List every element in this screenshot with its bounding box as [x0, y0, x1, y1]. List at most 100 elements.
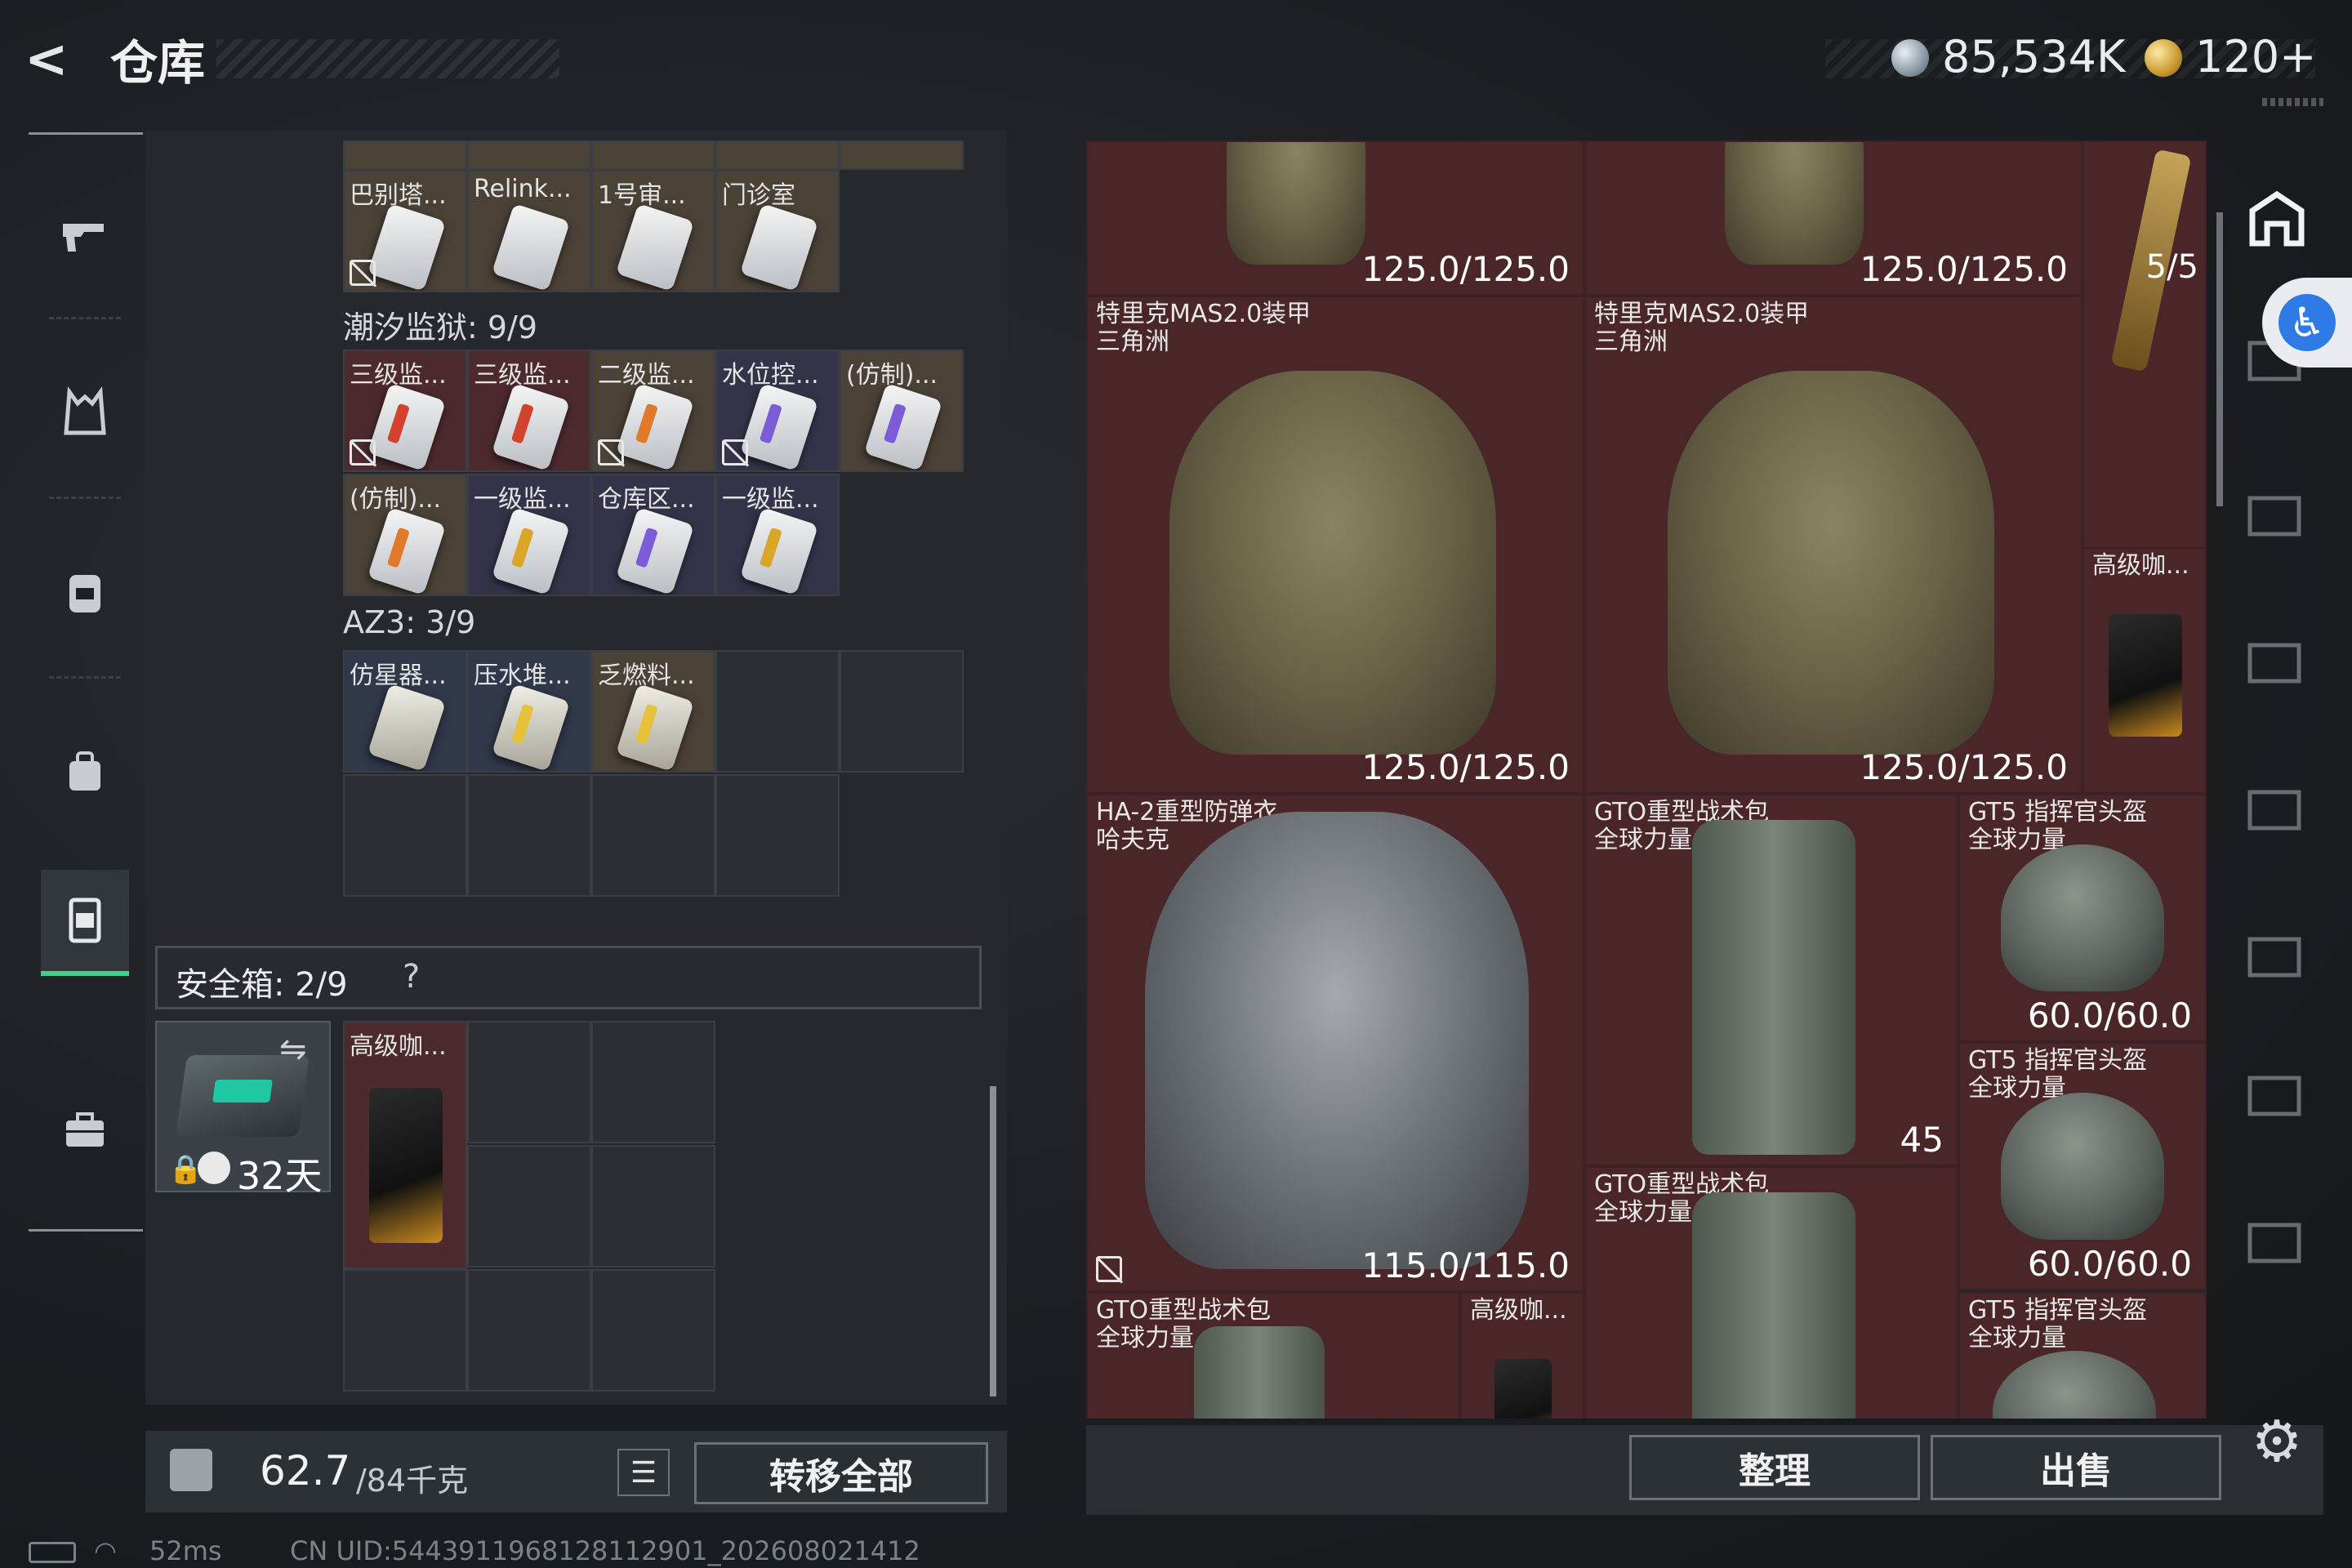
armor-slot[interactable]: HA-2重型防弹衣 哈夫克 115.0/115.0: [1086, 794, 1584, 1292]
swap-icon[interactable]: ⇋: [279, 1031, 307, 1068]
empty-cell[interactable]: [715, 774, 840, 897]
rail-tier-icon[interactable]: [2242, 1062, 2307, 1127]
helmet-icon: [2001, 844, 2164, 991]
inventory-cell[interactable]: [467, 140, 591, 170]
helmet-slot[interactable]: GT5 指挥官头盔 全球力量 60.0/60.0: [1958, 1042, 2207, 1290]
empty-cell[interactable]: [591, 1269, 715, 1392]
rail-tier-icon[interactable]: [2242, 482, 2307, 547]
empty-cell[interactable]: [591, 1145, 715, 1267]
rail-tier-icon[interactable]: [2242, 629, 2307, 694]
helmet-slot[interactable]: GT5 指挥官头盔 全球力量 60.0/60.0: [1958, 794, 2207, 1042]
empty-cell[interactable]: [467, 774, 591, 897]
empty-cell[interactable]: [467, 1269, 591, 1392]
safe-box-header: 安全箱: 2/9 ?: [155, 946, 982, 1009]
durability-text: 125.0/125.0: [1860, 249, 2068, 289]
keycard-cell[interactable]: 仿星器...: [343, 650, 467, 773]
transfer-all-button[interactable]: 转移全部: [694, 1442, 988, 1504]
sidebar-item-briefcase[interactable]: [41, 1078, 129, 1184]
coffee-slot[interactable]: 高级咖...: [1460, 1292, 1584, 1419]
coffee-bag-icon: [1494, 1359, 1552, 1419]
backpack-slot[interactable]: GTO重型战术包 全球力量 45: [1584, 794, 1958, 1166]
title-decoration: [216, 39, 559, 78]
group-label: AZ3: 3/9: [343, 604, 476, 640]
case-icon: [69, 898, 101, 943]
armor-slot[interactable]: 125.0/125.0: [1584, 140, 2082, 296]
armor-slot[interactable]: 特里克MAS2.0装甲 三角洲 125.0/125.0: [1584, 296, 2082, 794]
durability-text: 125.0/125.0: [1860, 747, 2068, 787]
backpack-slot[interactable]: GTO重型战术包 全球力量: [1086, 1292, 1460, 1419]
empty-cell[interactable]: [591, 774, 715, 897]
keycard-cell[interactable]: 乏燃料...: [591, 650, 715, 773]
sidebar-item-bag[interactable]: [41, 719, 129, 825]
sidebar-separator: [49, 497, 121, 499]
list-view-button[interactable]: ☰: [617, 1449, 670, 1496]
keycard-icon: [491, 684, 571, 771]
sidebar-item-backpack[interactable]: [41, 539, 129, 645]
safe-box-case[interactable]: ⇋ 🔒 32天: [155, 1021, 331, 1198]
backpack-icon: [69, 575, 100, 612]
keycard-cell[interactable]: 一级监...: [715, 474, 840, 596]
keycard-cell[interactable]: 一级监...: [467, 474, 591, 596]
keycard-cell[interactable]: 仓库区...: [591, 474, 715, 596]
backpack-slot[interactable]: GTO重型战术包 全球力量: [1584, 1166, 1958, 1419]
inventory-cell[interactable]: [343, 140, 467, 170]
keycard-cell[interactable]: 1号审...: [591, 170, 715, 292]
coffee-cell[interactable]: 高级咖...: [343, 1021, 467, 1269]
sidebar-item-armor[interactable]: [41, 359, 129, 466]
inventory-cell[interactable]: [591, 140, 715, 170]
inventory-cell[interactable]: [840, 140, 964, 170]
rail-tier-icon[interactable]: [2242, 923, 2307, 988]
durability-text: 125.0/125.0: [1361, 747, 1570, 787]
durability-text: 60.0/60.0: [2027, 1244, 2192, 1284]
weapon-slot[interactable]: 5/5: [2082, 140, 2207, 549]
back-button[interactable]: <: [24, 31, 82, 88]
keycard-cell[interactable]: Relink...: [467, 170, 591, 292]
keycard-cell[interactable]: 水位控...: [715, 350, 840, 472]
empty-cell[interactable]: [343, 774, 467, 897]
sidebar-item-weapons[interactable]: [41, 180, 129, 286]
empty-cell[interactable]: [467, 1145, 591, 1267]
empty-cell[interactable]: [840, 650, 964, 773]
inventory-scrollbar[interactable]: [990, 1086, 996, 1396]
keycard-cell[interactable]: 二级监...: [591, 350, 715, 472]
empty-cell[interactable]: [467, 1021, 591, 1143]
empty-cell[interactable]: [591, 1021, 715, 1143]
keycard-icon: [367, 203, 447, 291]
item-label: 高级咖...: [2092, 551, 2189, 580]
item-name: 门诊室: [722, 181, 795, 210]
help-icon[interactable]: ?: [403, 958, 420, 996]
armor-slot[interactable]: 特里克MAS2.0装甲 三角洲 125.0/125.0: [1086, 296, 1584, 794]
keycard-cell[interactable]: (仿制)...: [840, 350, 964, 472]
sell-button[interactable]: 出售: [1931, 1435, 2221, 1500]
battery-icon: [29, 1542, 76, 1563]
keycard-cell[interactable]: 三级监...: [343, 350, 467, 472]
coffee-slot[interactable]: 高级咖...: [2082, 547, 2207, 794]
keycard-cell[interactable]: 巴别塔...: [343, 170, 467, 292]
keycard-cell[interactable]: 三级监...: [467, 350, 591, 472]
helmet-slot[interactable]: GT5 指挥官头盔 全球力量: [1958, 1292, 2207, 1419]
helmet-icon: [2001, 1093, 2164, 1240]
sidebar-separator: [49, 317, 121, 319]
keycard-cell[interactable]: (仿制)...: [343, 474, 467, 596]
page-title: 仓库: [110, 35, 206, 91]
keycard-icon: [615, 383, 695, 470]
keycard-cell[interactable]: 压水堆...: [467, 650, 591, 773]
keycard-icon: [367, 383, 447, 470]
sort-button[interactable]: 整理: [1629, 1435, 1920, 1500]
helmet-icon: [1993, 1351, 2156, 1419]
rail-tier-icon[interactable]: [2242, 776, 2307, 841]
armor-slot[interactable]: 125.0/125.0: [1086, 140, 1584, 296]
gun-icon: [63, 224, 104, 252]
accessibility-icon[interactable]: ♿: [2278, 294, 2336, 351]
gear-icon[interactable]: ⚙: [2244, 1409, 2310, 1474]
item-name: Relink...: [474, 175, 572, 203]
stash-home-icon[interactable]: [2244, 186, 2310, 252]
stash-scrollbar[interactable]: [2216, 212, 2223, 506]
empty-cell[interactable]: [343, 1269, 467, 1392]
rail-tier-icon[interactable]: [2242, 1209, 2307, 1274]
keycard-cell[interactable]: 门诊室: [715, 170, 840, 292]
empty-cell[interactable]: [715, 650, 840, 773]
sidebar-item-safebox[interactable]: [41, 870, 129, 976]
inventory-cell[interactable]: [715, 140, 840, 170]
currency-secondary[interactable]: 120+: [2195, 31, 2316, 82]
